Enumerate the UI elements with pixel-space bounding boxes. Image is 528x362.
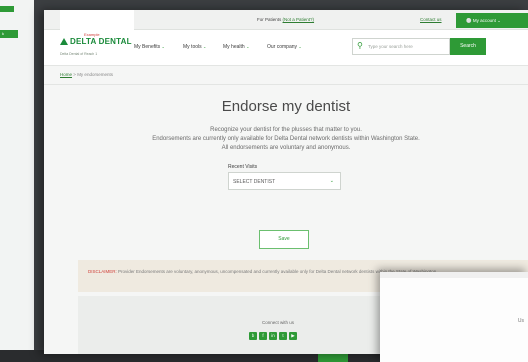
twitter-icon[interactable]: t	[279, 332, 287, 340]
background-green-button-bottom	[318, 354, 348, 362]
search-placeholder: Type your search here	[368, 44, 413, 49]
youtube-icon[interactable]: ▶	[289, 332, 297, 340]
chevron-down-icon: ⌄	[298, 44, 302, 49]
foreground-window-text: Us	[517, 318, 524, 324]
patients-text: For Patients	[257, 17, 282, 22]
background-green-button[interactable]: k	[0, 30, 18, 38]
chevron-down-icon: ⌄	[161, 44, 165, 49]
my-account-button[interactable]: ⚪ My account ⌄	[456, 13, 528, 28]
divider	[44, 84, 528, 85]
background-window-left: k	[0, 0, 34, 362]
search-icon: ⚲	[357, 41, 363, 50]
description-line: All endorsements are voluntary and anony…	[221, 145, 351, 151]
chevron-down-icon: ⌄	[246, 44, 250, 49]
search-button[interactable]: Search	[450, 38, 486, 55]
disclaimer-label: DISCLAIMER:	[88, 269, 117, 274]
logo-brand-text: DELTA DENTAL	[70, 37, 132, 46]
my-account-label: My account	[472, 18, 496, 23]
chevron-down-icon: ⌄	[497, 18, 501, 23]
utility-bar: For Patients (Not a Patient?) Contact us…	[44, 10, 528, 30]
delta-dental-logo[interactable]: Example DELTA DENTAL Delta Dental of Rea…	[60, 32, 132, 56]
description-line: Recognize your dentist for the plusses t…	[210, 127, 362, 133]
delta-triangle-icon	[60, 38, 68, 45]
not-a-patient-link[interactable]: (Not a Patient?)	[283, 17, 315, 22]
search-input[interactable]: ⚲ Type your search here	[352, 38, 450, 55]
nav-label: My health	[223, 44, 245, 50]
breadcrumb: Home > My endorsements	[60, 72, 113, 77]
background-green-chip	[0, 6, 14, 12]
logo-subtitle: Delta Dental of Reach 1	[60, 52, 98, 56]
nav-label: My Benefits	[134, 44, 161, 50]
linkedin-icon[interactable]: in	[269, 332, 277, 340]
foreground-window: Us	[380, 272, 528, 362]
social-links: b f in t ▶	[249, 332, 297, 340]
blog-icon[interactable]: b	[249, 332, 257, 340]
patients-notice: For Patients (Not a Patient?)	[257, 17, 314, 22]
chevron-down-icon: ⌄	[203, 44, 207, 49]
nav-our-company[interactable]: Our company ⌄	[267, 44, 302, 50]
breadcrumb-current: My endorsements	[77, 72, 113, 77]
nav-my-benefits[interactable]: My Benefits ⌄	[134, 44, 165, 50]
description-line: Endorsements are currently only availabl…	[152, 136, 420, 142]
nav-my-health[interactable]: My health ⌄	[223, 44, 249, 50]
site-header: Example DELTA DENTAL Delta Dental of Rea…	[44, 30, 528, 66]
save-button[interactable]: Save	[259, 230, 309, 249]
chevron-down-icon: ⌄	[329, 178, 334, 184]
page-description: Recognize your dentist for the plusses t…	[44, 126, 528, 153]
foreground-window-titlebar	[380, 272, 528, 278]
facebook-icon[interactable]: f	[259, 332, 267, 340]
breadcrumb-separator: >	[73, 72, 76, 77]
user-icon: ⚪	[466, 18, 472, 23]
nav-label: Our company	[267, 44, 298, 50]
nav-label: My tools	[183, 44, 202, 50]
select-dentist-dropdown[interactable]: SELECT DENTIST ⌄	[228, 172, 341, 190]
recent-visits-label: Recent Visits	[228, 164, 258, 170]
select-value: SELECT DENTIST	[233, 179, 276, 185]
breadcrumb-home-link[interactable]: Home	[60, 72, 72, 77]
contact-us-link[interactable]: Contact us	[420, 17, 442, 22]
logo-brand: DELTA DENTAL	[60, 37, 132, 46]
nav-my-tools[interactable]: My tools ⌄	[183, 44, 206, 50]
page-title: Endorse my dentist	[221, 98, 351, 115]
utility-bar-tab	[60, 10, 134, 30]
